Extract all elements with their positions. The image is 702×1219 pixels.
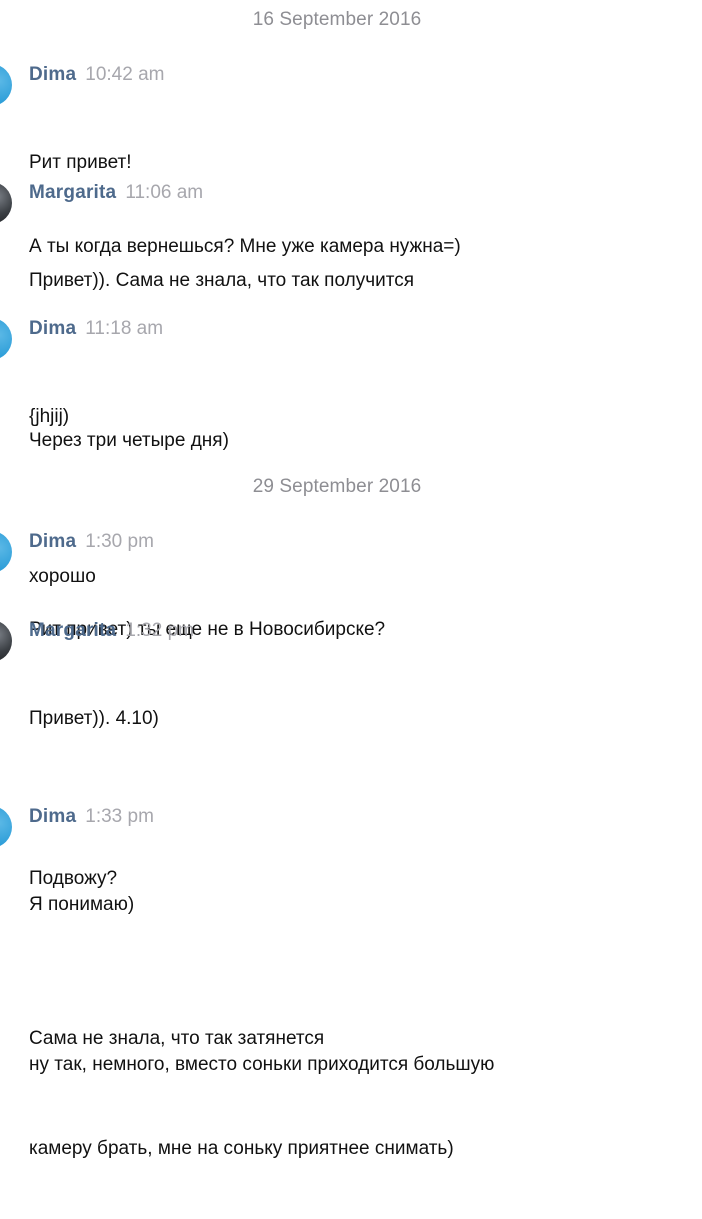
message-line: {jhjij): [29, 406, 70, 427]
date-separator: 16 September 2016: [252, 9, 422, 30]
message-line: ну так, немного, вместо соньки приходитс…: [29, 1054, 495, 1075]
message-header: Dima 1:30 pm: [29, 531, 154, 554]
message-time: 11:06 am: [125, 182, 204, 203]
dima-avatar[interactable]: [0, 806, 12, 848]
message-line: Я понимаю): [29, 894, 135, 915]
sender-name[interactable]: Dima: [29, 806, 76, 827]
message-line: Рит привет!: [29, 152, 132, 173]
dima-avatar[interactable]: [0, 531, 12, 573]
message-line: камеру брать, мне на соньку приятнее сни…: [29, 1138, 454, 1159]
sender-name[interactable]: Margarita: [29, 620, 116, 641]
message-time: 1:33 pm: [85, 806, 154, 827]
message-paragraph: {jhjij): [29, 347, 669, 487]
message-paragraph: ну так, немного, вместо соньки приходитс…: [29, 995, 669, 1219]
message-body: Я понимаю) ну так, немного, вместо соньк…: [29, 835, 669, 1219]
message-line: Привет)). 4.10): [29, 708, 159, 729]
sender-name[interactable]: Margarita: [29, 182, 116, 203]
margarita-avatar[interactable]: [0, 620, 12, 662]
sender-name[interactable]: Dima: [29, 318, 76, 339]
message-time: 11:18 am: [85, 318, 164, 339]
message-paragraph: Я понимаю): [29, 835, 669, 975]
message-time: 1:32 pm: [125, 620, 194, 641]
message-header: Margarita 1:32 pm: [29, 620, 194, 643]
message-paragraph: Привет)). 4.10): [29, 649, 669, 789]
margarita-avatar[interactable]: [0, 182, 12, 224]
date-separator: 29 September 2016: [252, 476, 422, 497]
message-time: 10:42 am: [85, 64, 165, 85]
message-header: Dima 1:33 pm: [29, 806, 154, 829]
message-time: 1:30 pm: [85, 531, 154, 552]
dima-avatar[interactable]: [0, 64, 12, 106]
message-header: Dima 11:18 am: [29, 318, 163, 341]
sender-name[interactable]: Dima: [29, 531, 76, 552]
message-line: Привет)). Сама не знала, что так получит…: [29, 270, 414, 291]
message-header: Margarita 11:06 am: [29, 182, 203, 205]
message-header: Dima 10:42 am: [29, 64, 165, 87]
dima-avatar[interactable]: [0, 318, 12, 360]
sender-name[interactable]: Dima: [29, 64, 76, 85]
